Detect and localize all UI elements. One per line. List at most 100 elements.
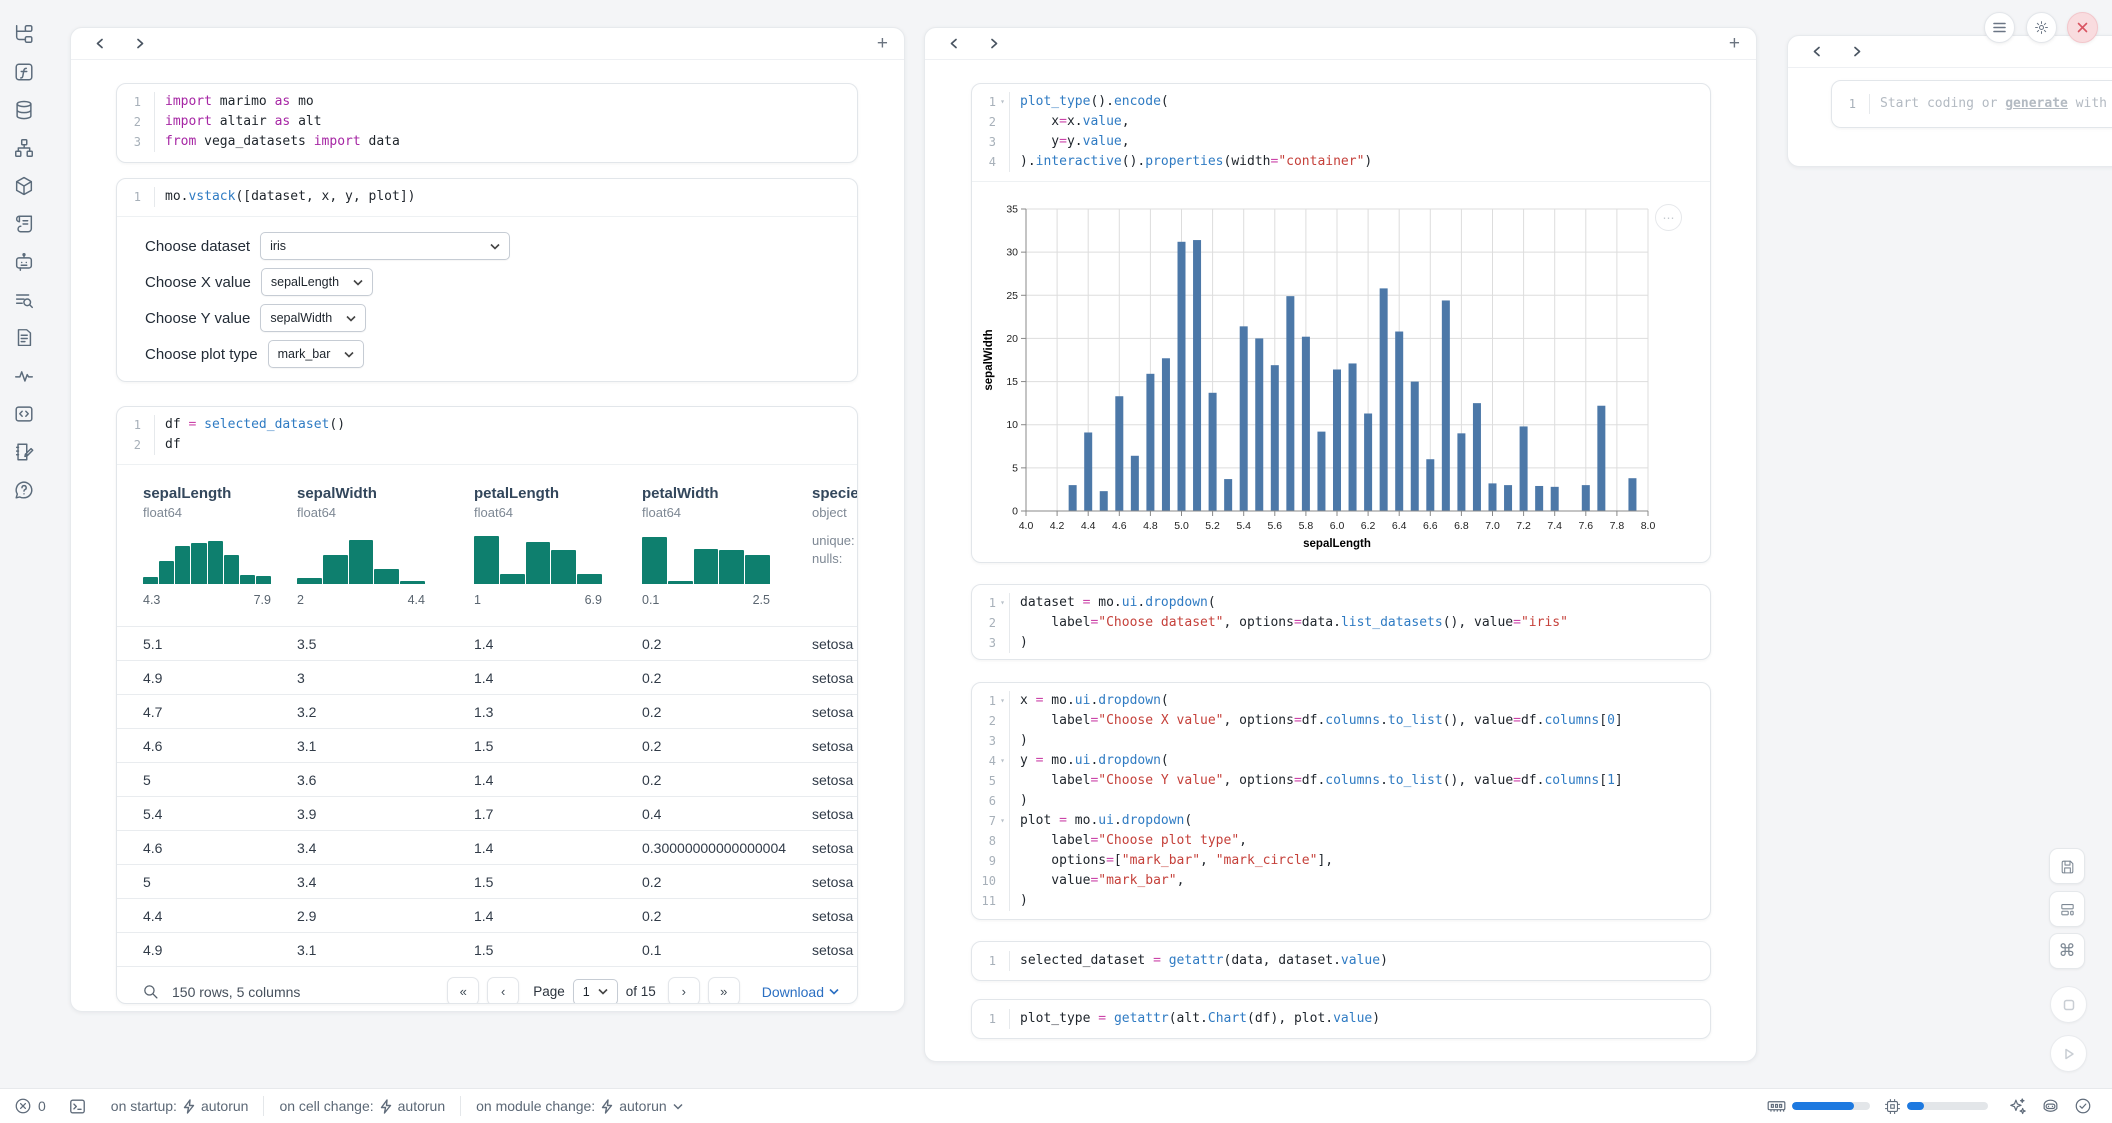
cell-empty[interactable]: 1 Start coding or generate with AI: [1831, 80, 2112, 128]
download-link[interactable]: Download: [762, 984, 839, 1000]
copilot-button[interactable]: [2041, 1097, 2060, 1116]
connection-status-button[interactable]: [2074, 1097, 2092, 1115]
functions-icon[interactable]: [12, 60, 36, 84]
save-button[interactable]: [2049, 848, 2085, 884]
column-header[interactable]: speciesobjectunique:nulls:: [812, 485, 857, 626]
command-icon: ⌘: [2059, 941, 2076, 961]
code-editor[interactable]: 1selected_dataset = getattr(data, datase…: [972, 942, 1710, 980]
notebook-column-right: 1 Start coding or generate with AI: [1787, 35, 2112, 167]
table-cell: 3.1: [297, 942, 474, 958]
table-cell: 1.4: [474, 670, 642, 686]
error-count-badge[interactable]: 0: [14, 1097, 46, 1115]
last-page-button[interactable]: »: [708, 977, 740, 1004]
table-cell: setosa: [812, 738, 857, 754]
chevron-down-icon: [344, 351, 354, 358]
packages-icon[interactable]: [12, 174, 36, 198]
cell-imports[interactable]: 1import marimo as mo2import altair as al…: [116, 83, 858, 163]
code-editor[interactable]: 1▾x = mo.ui.dropdown(2 label="Choose X v…: [972, 683, 1710, 920]
code-editor[interactable]: 1df = selected_dataset()2df: [117, 407, 857, 464]
cell-plot-type[interactable]: 1plot_type = getattr(alt.Chart(df), plot…: [971, 999, 1711, 1039]
collapse-left-icon[interactable]: [87, 33, 113, 55]
search-icon[interactable]: [142, 983, 159, 1000]
shutdown-button[interactable]: [2067, 12, 2098, 43]
table-cell: 5: [143, 772, 297, 788]
page-select[interactable]: 1: [573, 979, 618, 1005]
prev-page-button[interactable]: ‹: [487, 977, 519, 1004]
code-editor[interactable]: 1▾dataset = mo.ui.dropdown(2 label="Choo…: [972, 585, 1710, 660]
column-header[interactable]: petalWidthfloat640.12.5: [642, 485, 812, 626]
table-row: 4.63.41.40.30000000000000004setosa: [117, 830, 857, 864]
app-sidebar: [0, 0, 48, 1110]
on-startup-setting[interactable]: on startup: autorun: [111, 1098, 249, 1114]
table-cell: 1.4: [474, 840, 642, 856]
expand-right-icon[interactable]: [981, 33, 1007, 55]
snippets-icon[interactable]: [12, 326, 36, 350]
tracing-icon[interactable]: [12, 364, 36, 388]
table-cell: 3.1: [297, 738, 474, 754]
datasources-icon[interactable]: [12, 98, 36, 122]
column-header[interactable]: sepalWidthfloat6424.4: [297, 485, 474, 626]
file-explorer-icon[interactable]: [12, 22, 36, 46]
cpu-icon: [1884, 1098, 1901, 1115]
code-editor[interactable]: 1import marimo as mo2import altair as al…: [117, 84, 857, 161]
cell-dataframe[interactable]: 1df = selected_dataset()2df sepalLengthf…: [116, 406, 858, 1004]
code-editor[interactable]: 1 Start coding or generate with AI: [1832, 81, 2112, 127]
dropdown-select[interactable]: sepalWidth: [260, 304, 366, 332]
next-page-button[interactable]: ›: [668, 977, 700, 1004]
expand-right-icon[interactable]: [1844, 41, 1870, 63]
run-button[interactable]: [2050, 1035, 2087, 1072]
table-cell: 3.5: [297, 636, 474, 652]
cell-vstack[interactable]: 1mo.vstack([dataset, x, y, plot]) Choose…: [116, 178, 858, 382]
expand-right-icon[interactable]: [127, 33, 153, 55]
add-cell-button[interactable]: +: [1729, 34, 1740, 53]
svg-text:6.2: 6.2: [1361, 520, 1376, 532]
bar-chart[interactable]: 4.04.24.44.64.85.05.25.45.65.86.06.26.46…: [980, 188, 1710, 559]
column-histogram: [474, 532, 602, 584]
table-cell: 1.4: [474, 908, 642, 924]
dropdown-select[interactable]: iris: [260, 232, 510, 260]
dropdown-select[interactable]: mark_bar: [268, 340, 365, 368]
collapse-left-icon[interactable]: [1804, 41, 1830, 63]
cell-xyplot-dropdowns[interactable]: 1▾x = mo.ui.dropdown(2 label="Choose X v…: [971, 682, 1711, 920]
on-cell-change-setting[interactable]: on cell change: autorun: [279, 1098, 445, 1114]
table-cell: 1.4: [474, 772, 642, 788]
layout-panels-button[interactable]: [2049, 891, 2085, 927]
stop-button[interactable]: [2050, 986, 2087, 1023]
table-cell: 5.4: [143, 806, 297, 822]
collapse-left-icon[interactable]: [941, 33, 967, 55]
ai-assist-button[interactable]: [2008, 1097, 2027, 1116]
on-module-change-setting[interactable]: on module change: autorun: [476, 1098, 683, 1114]
table-summary: 150 rows, 5 columns: [172, 984, 300, 1000]
first-page-button[interactable]: «: [447, 977, 479, 1004]
column-header[interactable]: petalLengthfloat6416.9: [474, 485, 642, 626]
help-icon[interactable]: [12, 478, 36, 502]
table-cell: 3.4: [297, 840, 474, 856]
notebook-edit-icon[interactable]: [12, 440, 36, 464]
table-cell: 0.2: [642, 704, 812, 720]
dropdown-select[interactable]: sepalLength: [261, 268, 373, 296]
chart-actions-button[interactable]: ⋯: [1655, 204, 1682, 231]
cell-selected-dataset[interactable]: 1selected_dataset = getattr(data, datase…: [971, 941, 1711, 981]
column-header[interactable]: sepalLengthfloat644.37.9: [143, 485, 297, 626]
code-editor[interactable]: 1mo.vstack([dataset, x, y, plot]): [117, 179, 857, 216]
documentation-icon[interactable]: [12, 212, 36, 236]
command-palette-button[interactable]: ⌘: [2049, 933, 2085, 969]
svg-text:30: 30: [1006, 247, 1018, 259]
menu-button[interactable]: [1984, 12, 2015, 43]
stop-icon: [2062, 998, 2076, 1012]
table-cell: 1.4: [474, 636, 642, 652]
code-editor[interactable]: 1▾plot_type().encode(2 x=x.value,3 y=y.v…: [972, 84, 1710, 181]
dependency-graph-icon[interactable]: [12, 136, 36, 160]
cell-dataset-dropdown[interactable]: 1▾dataset = mo.ui.dropdown(2 label="Choo…: [971, 584, 1711, 660]
svg-text:35: 35: [1006, 204, 1018, 216]
generate-with-ai-link[interactable]: generate: [2005, 96, 2068, 111]
terminal-button[interactable]: [68, 1097, 87, 1116]
code-editor[interactable]: 1plot_type = getattr(alt.Chart(df), plot…: [972, 1000, 1710, 1038]
add-cell-button[interactable]: +: [877, 34, 888, 53]
cell-plot[interactable]: 1▾plot_type().encode(2 x=x.value,3 y=y.v…: [971, 83, 1711, 563]
scratchpad-code-icon[interactable]: [12, 402, 36, 426]
table-cell: setosa: [812, 840, 857, 856]
settings-button[interactable]: [2026, 12, 2057, 43]
chat-icon[interactable]: [12, 250, 36, 274]
logs-icon[interactable]: [12, 288, 36, 312]
